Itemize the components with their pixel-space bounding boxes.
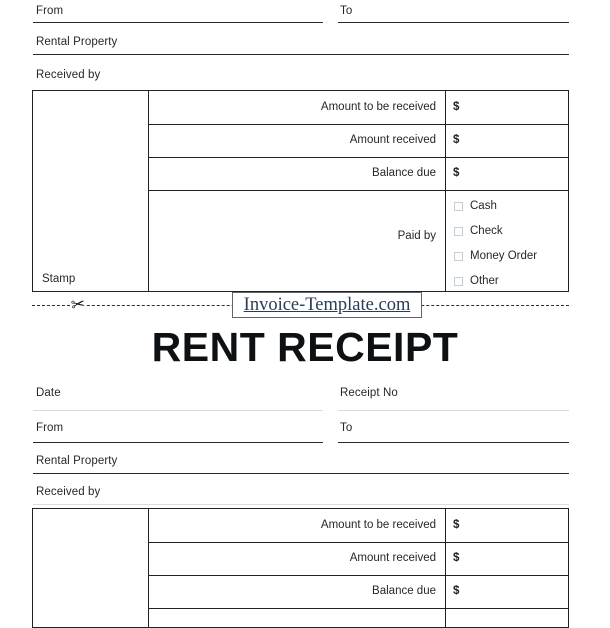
amount-row-currency-2-bottom: $ [453, 585, 460, 597]
receipt-bottom-section: RENT RECEIPT Date Receipt No From To Ren… [0, 318, 610, 628]
amounts-table-top: Amount to be received $ Amount received … [32, 90, 569, 292]
amount-row-label-2-top: Balance due [372, 167, 436, 179]
paid-by-option-cash-top[interactable]: Cash [454, 200, 497, 212]
paid-by-option-money-order-top[interactable]: Money Order [454, 250, 537, 262]
field-label-to-bottom: To [340, 422, 353, 434]
field-line-received-by-bottom[interactable] [33, 504, 569, 505]
amount-row-value-1-top[interactable] [465, 134, 565, 150]
field-line-rental-property-bottom[interactable] [33, 473, 569, 474]
amount-row-value-0-top[interactable] [465, 101, 565, 117]
amount-row-value-2-bottom[interactable] [465, 585, 565, 601]
field-line-to-bottom[interactable] [338, 442, 569, 443]
amount-row-label-1-bottom: Amount received [349, 552, 436, 564]
amount-row-value-0-bottom[interactable] [465, 519, 565, 535]
checkbox-money-order-top[interactable] [454, 251, 463, 261]
field-label-from-bottom: From [36, 422, 64, 434]
amount-row-label-1-top: Amount received [349, 134, 436, 146]
field-label-rental-property-top: Rental Property [36, 36, 118, 48]
table-row-divider-2-bottom [148, 575, 568, 576]
stamp-label-top: Stamp [42, 273, 76, 285]
field-label-receipt-no-bottom: Receipt No [340, 387, 398, 399]
page-title: RENT RECEIPT [151, 324, 459, 370]
table-row-divider-1-bottom [148, 542, 568, 543]
amount-row-currency-1-bottom: $ [453, 552, 460, 564]
table-column-divider-currency-bottom [445, 509, 446, 627]
amount-row-value-2-top[interactable] [465, 167, 565, 183]
rent-receipt-document: From To Rental Property Received by Amou… [0, 0, 610, 628]
checkbox-cash-top[interactable] [454, 201, 463, 211]
checkbox-other-top[interactable] [454, 276, 463, 286]
paid-by-option-check-top[interactable]: Check [454, 225, 503, 237]
paid-by-option-label-1-top: Check [470, 225, 503, 237]
field-label-rental-property-bottom: Rental Property [36, 455, 118, 467]
field-label-date-bottom: Date [36, 387, 61, 399]
field-label-received-by-bottom: Received by [36, 486, 101, 498]
receipt-top-section: From To Rental Property Received by Amou… [0, 0, 610, 296]
field-line-rental-property-top[interactable] [33, 54, 569, 55]
amount-row-currency-0-bottom: $ [453, 519, 460, 531]
scissors-icon: ✂ [68, 294, 88, 315]
table-row-divider-3-bottom [148, 608, 568, 609]
table-row-divider-1-top [148, 124, 568, 125]
table-column-divider-currency-top [445, 91, 446, 291]
watermark-box: Invoice-Template.com [232, 292, 422, 318]
table-row-divider-3-top [148, 190, 568, 191]
field-label-to-top: To [340, 5, 353, 17]
amount-row-label-0-top: Amount to be received [320, 101, 436, 113]
amounts-table-bottom: Amount to be received $ Amount received … [32, 508, 569, 628]
watermark-text: Invoice-Template.com [243, 294, 411, 315]
paid-by-option-label-2-top: Money Order [470, 250, 538, 262]
amount-row-value-1-bottom[interactable] [465, 552, 565, 568]
paid-by-label-top: Paid by [397, 230, 436, 242]
field-line-date-bottom[interactable] [33, 410, 323, 411]
table-column-divider-stamp-top [148, 91, 149, 291]
table-row-divider-2-top [148, 157, 568, 158]
amount-row-label-0-bottom: Amount to be received [320, 519, 436, 531]
field-line-to-top[interactable] [338, 22, 569, 23]
paid-by-option-label-3-top: Other [470, 275, 499, 287]
paid-by-option-other-top[interactable]: Other [454, 275, 499, 287]
amount-row-label-2-bottom: Balance due [372, 585, 436, 597]
field-line-from-top[interactable] [33, 22, 323, 23]
field-line-from-bottom[interactable] [33, 442, 323, 443]
paid-by-option-label-0-top: Cash [470, 200, 497, 212]
field-label-from-top: From [36, 5, 64, 17]
checkbox-check-top[interactable] [454, 226, 463, 236]
amount-row-currency-1-top: $ [453, 134, 460, 146]
amount-row-currency-0-top: $ [453, 101, 460, 113]
amount-row-currency-2-top: $ [453, 167, 460, 179]
field-label-received-by-top: Received by [36, 69, 101, 81]
field-line-receipt-no-bottom[interactable] [338, 410, 569, 411]
table-column-divider-stamp-bottom [148, 509, 149, 627]
